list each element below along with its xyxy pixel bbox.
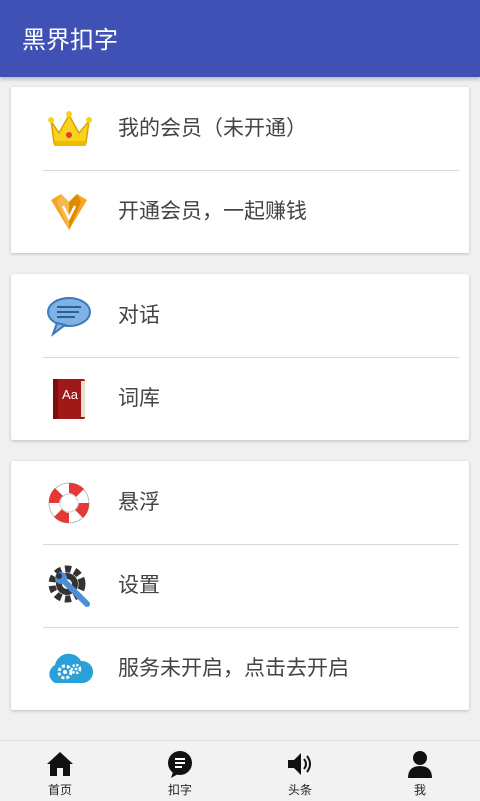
chat-bubble-icon [47,297,91,337]
nav-home-label: 首页 [47,783,72,797]
float-item[interactable]: 悬浮 [11,461,469,544]
lifebuoy-icon [48,482,90,524]
app-bar: 黑界扣字 [0,0,480,77]
dialog-label: 对话 [118,303,160,327]
nav-me-label: 我 [413,783,426,797]
app-title: 黑界扣字 [22,26,118,54]
open-membership-item[interactable]: 开通会员，一起赚钱 [11,170,469,253]
nav-home[interactable]: 首页 [0,741,120,801]
tools-card: 悬浮 设置 服务未开启，点击去开启 [11,461,469,710]
service-status-label: 服务未开启，点击去开启 [118,656,349,680]
my-membership-item[interactable]: 我的会员（未开通） [11,87,469,170]
message-icon [168,751,192,778]
person-icon [408,751,432,778]
nav-type-label: 扣字 [167,783,192,797]
float-label: 悬浮 [118,490,160,514]
settings-label: 设置 [118,573,160,597]
nav-headlines-label: 头条 [287,783,312,797]
lexicon-label: 词库 [118,386,160,410]
open-membership-label: 开通会员，一起赚钱 [118,199,307,223]
bottom-navigation: 首页 扣字 头条 我 [0,740,480,801]
crown-icon [48,111,92,146]
dialog-item[interactable]: 对话 [11,274,469,357]
membership-card: 我的会员（未开通） 开通会员，一起赚钱 [11,87,469,253]
diamond-icon [51,194,87,230]
book-icon-text: Aa [62,387,79,402]
nav-headlines[interactable]: 头条 [240,741,360,801]
speaker-icon [288,753,311,775]
cloud-gears-icon [49,653,93,683]
home-icon [47,752,73,776]
nav-type[interactable]: 扣字 [120,741,240,801]
service-status-item[interactable]: 服务未开启，点击去开启 [11,627,469,710]
lexicon-item[interactable]: Aa 词库 [11,357,469,440]
nav-me[interactable]: 我 [360,741,480,801]
gear-wrench-icon [48,565,90,607]
chat-card: 对话 Aa 词库 [11,274,469,440]
my-membership-label: 我的会员（未开通） [118,116,307,140]
settings-item[interactable]: 设置 [11,544,469,627]
dictionary-book-icon: Aa [53,379,85,419]
